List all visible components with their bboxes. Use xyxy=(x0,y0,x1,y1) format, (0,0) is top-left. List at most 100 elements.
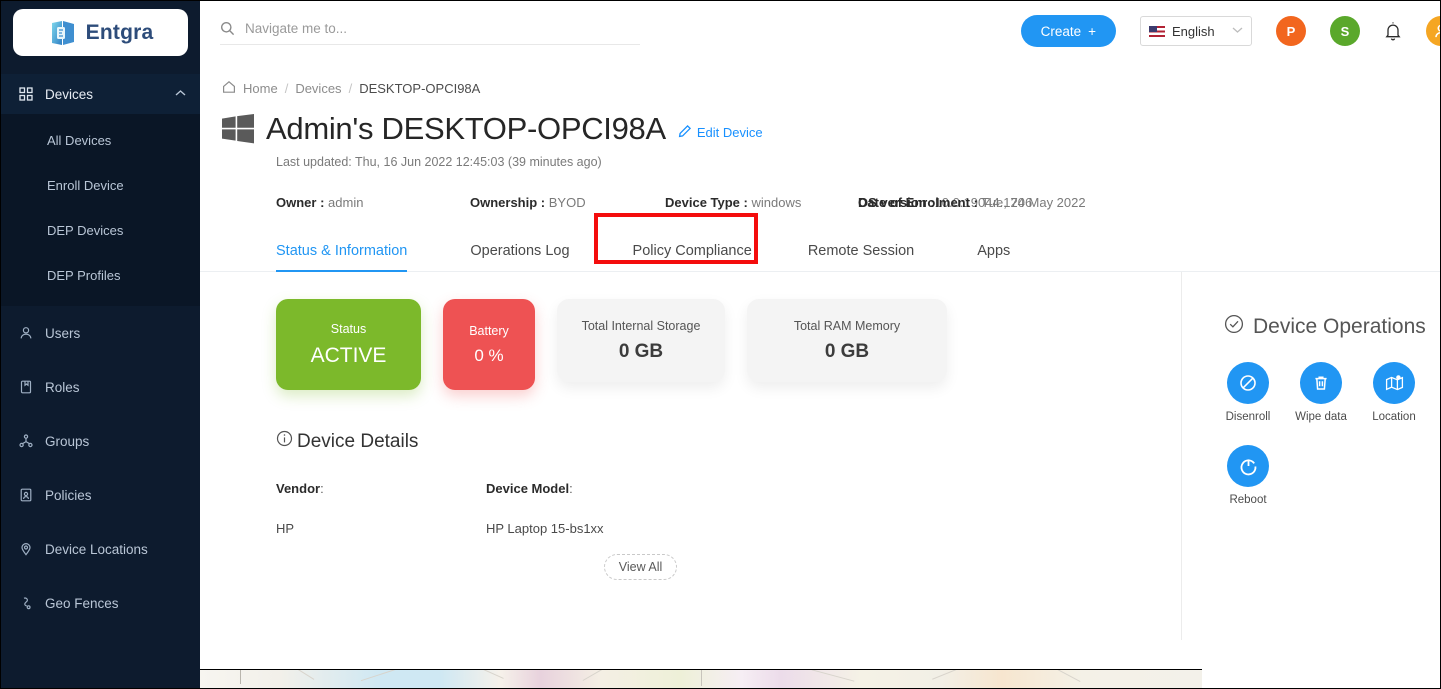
detail-key: Vendor: xyxy=(276,481,486,496)
sidebar-sub-label: DEP Devices xyxy=(47,223,124,238)
operation-label: Disenroll xyxy=(1225,411,1271,423)
sidebar-item-label: Geo Fences xyxy=(45,595,119,611)
sidebar-item-policies[interactable]: Policies xyxy=(1,468,200,522)
detail-key-text: Vendor xyxy=(276,481,321,496)
create-button-label: Create xyxy=(1040,23,1082,39)
sidebar-item-dep-devices[interactable]: DEP Devices xyxy=(1,208,200,253)
main-area: Create + English P S xyxy=(200,1,1440,688)
breadcrumb-devices[interactable]: Devices xyxy=(295,81,341,96)
device-location-map[interactable] xyxy=(200,669,1202,688)
detail-colon: : xyxy=(569,481,573,496)
detail-key-text: Device Model xyxy=(486,481,570,496)
avatar-initial: P xyxy=(1286,23,1296,39)
sidebar-group-label: Devices xyxy=(45,86,94,102)
breadcrumb-separator: / xyxy=(348,81,353,96)
tab-operations-log[interactable]: Operations Log xyxy=(470,243,569,271)
bell-icon[interactable] xyxy=(1384,21,1402,41)
last-updated-text: Last updated: Thu, 16 Jun 2022 12:45:03 … xyxy=(276,155,602,169)
policy-icon xyxy=(19,488,39,502)
card-value: 0 GB xyxy=(824,340,870,362)
search-input[interactable] xyxy=(245,20,640,36)
meta-value: windows xyxy=(751,195,802,210)
card-label: Battery xyxy=(469,323,509,338)
panels: Status ACTIVE Battery 0 % Total Internal… xyxy=(200,272,1440,640)
card-status: Status ACTIVE xyxy=(276,299,421,390)
home-icon[interactable] xyxy=(222,80,236,97)
global-search[interactable] xyxy=(220,17,640,45)
tab-label: Operations Log xyxy=(470,243,570,259)
meta-date-enrolment: Date of Enrolment : Tue, 24 May 2022 xyxy=(858,195,1086,210)
us-flag-icon xyxy=(1149,25,1165,37)
sidebar-subnav: All Devices Enroll Device DEP Devices DE… xyxy=(1,114,200,306)
device-operations-panel: Device Operations Disenroll Wipe data Lo… xyxy=(1182,272,1440,640)
sidebar-item-roles[interactable]: Roles xyxy=(1,360,200,414)
sidebar-item-enroll-device[interactable]: Enroll Device xyxy=(1,163,200,208)
device-details-title: Device Details xyxy=(297,430,419,452)
device-operations-title: Device Operations xyxy=(1253,315,1426,338)
sidebar-item-devices[interactable]: Devices xyxy=(1,74,200,114)
entgra-logo-icon xyxy=(48,18,78,48)
sidebar-item-groups[interactable]: Groups xyxy=(1,414,200,468)
detail-value: HP Laptop 15-bs1xx xyxy=(486,521,604,536)
avatar-initial: S xyxy=(1340,23,1350,39)
tab-remote-session[interactable]: Remote Session xyxy=(808,243,914,271)
plus-icon: + xyxy=(1088,23,1096,39)
view-all-button[interactable]: View All xyxy=(603,554,678,580)
sidebar-sub-label: DEP Profiles xyxy=(47,268,121,283)
person-icon xyxy=(1435,24,1440,38)
sidebar-item-geo-fences[interactable]: Geo Fences xyxy=(1,576,200,630)
meta-key: Date of Enrolment : xyxy=(858,195,978,210)
tab-policy-compliance[interactable]: Policy Compliance xyxy=(633,243,752,271)
create-button[interactable]: Create + xyxy=(1020,15,1116,47)
windows-logo-icon xyxy=(222,114,254,144)
tab-apps[interactable]: Apps xyxy=(977,243,1010,271)
trash-icon xyxy=(1300,362,1342,404)
book-icon xyxy=(19,380,39,394)
sidebar-item-all-devices[interactable]: All Devices xyxy=(1,118,200,163)
breadcrumb-home[interactable]: Home xyxy=(243,81,278,96)
tab-label: Policy Compliance xyxy=(632,243,752,259)
view-all-wrap: View All xyxy=(200,536,1181,580)
map-tiles xyxy=(200,670,1202,688)
operation-wipe-data[interactable]: Wipe data xyxy=(1295,362,1347,423)
operation-disenroll[interactable]: Disenroll xyxy=(1222,362,1274,423)
breadcrumb-separator: / xyxy=(284,81,289,96)
avatar-s[interactable]: S xyxy=(1330,16,1360,46)
card-battery: Battery 0 % xyxy=(443,299,535,390)
language-selector[interactable]: English xyxy=(1140,16,1252,46)
operation-label: Wipe data xyxy=(1295,411,1347,423)
card-label: Total RAM Memory xyxy=(793,318,901,333)
tab-label: Remote Session xyxy=(807,243,915,259)
brand-logo[interactable]: Entgra xyxy=(13,9,188,56)
detail-value: HP xyxy=(276,521,295,536)
page-title-row: Admin's DESKTOP-OPCI98A Edit Device xyxy=(200,97,1440,147)
sidebar-sub-label: All Devices xyxy=(47,133,112,148)
operation-location[interactable]: Location xyxy=(1368,362,1420,423)
reboot-icon xyxy=(1227,445,1269,487)
avatar-p[interactable]: P xyxy=(1276,16,1306,46)
operation-reboot[interactable]: Reboot xyxy=(1222,445,1274,506)
avatar-user[interactable] xyxy=(1426,16,1440,46)
brand-name: Entgra xyxy=(85,20,154,44)
user-icon xyxy=(19,326,39,340)
tab-status-information[interactable]: Status & Information xyxy=(276,243,408,272)
device-operations-heading: Device Operations xyxy=(1182,292,1440,340)
card-total-internal-storage: Total Internal Storage 0 GB xyxy=(557,299,725,382)
detail-device-model: Device Model: HP Laptop 15-bs1xx xyxy=(486,481,696,536)
device-details-heading: Device Details xyxy=(200,390,1181,453)
meta-value: BYOD xyxy=(548,195,586,210)
sidebar-item-label: Roles xyxy=(45,379,80,395)
sidebar-item-dep-profiles[interactable]: DEP Profiles xyxy=(1,253,200,298)
detail-vendor: Vendor: HP xyxy=(276,481,486,536)
summary-cards: Status ACTIVE Battery 0 % Total Internal… xyxy=(200,272,1181,390)
card-total-ram-memory: Total RAM Memory 0 GB xyxy=(747,299,947,382)
sidebar-nav: Devices All Devices Enroll Device DEP De… xyxy=(1,74,200,630)
sidebar-item-users[interactable]: Users xyxy=(1,306,200,360)
edit-device-link[interactable]: Edit Device xyxy=(678,124,763,141)
sidebar-item-label: Users xyxy=(45,325,81,341)
meta-owner: Owner : admin xyxy=(276,195,470,210)
top-bar-actions: Create + English P S xyxy=(1020,1,1440,61)
page-title: Admin's DESKTOP-OPCI98A xyxy=(266,111,666,146)
detail-colon: : xyxy=(320,481,324,496)
sidebar-item-device-locations[interactable]: Device Locations xyxy=(1,522,200,576)
